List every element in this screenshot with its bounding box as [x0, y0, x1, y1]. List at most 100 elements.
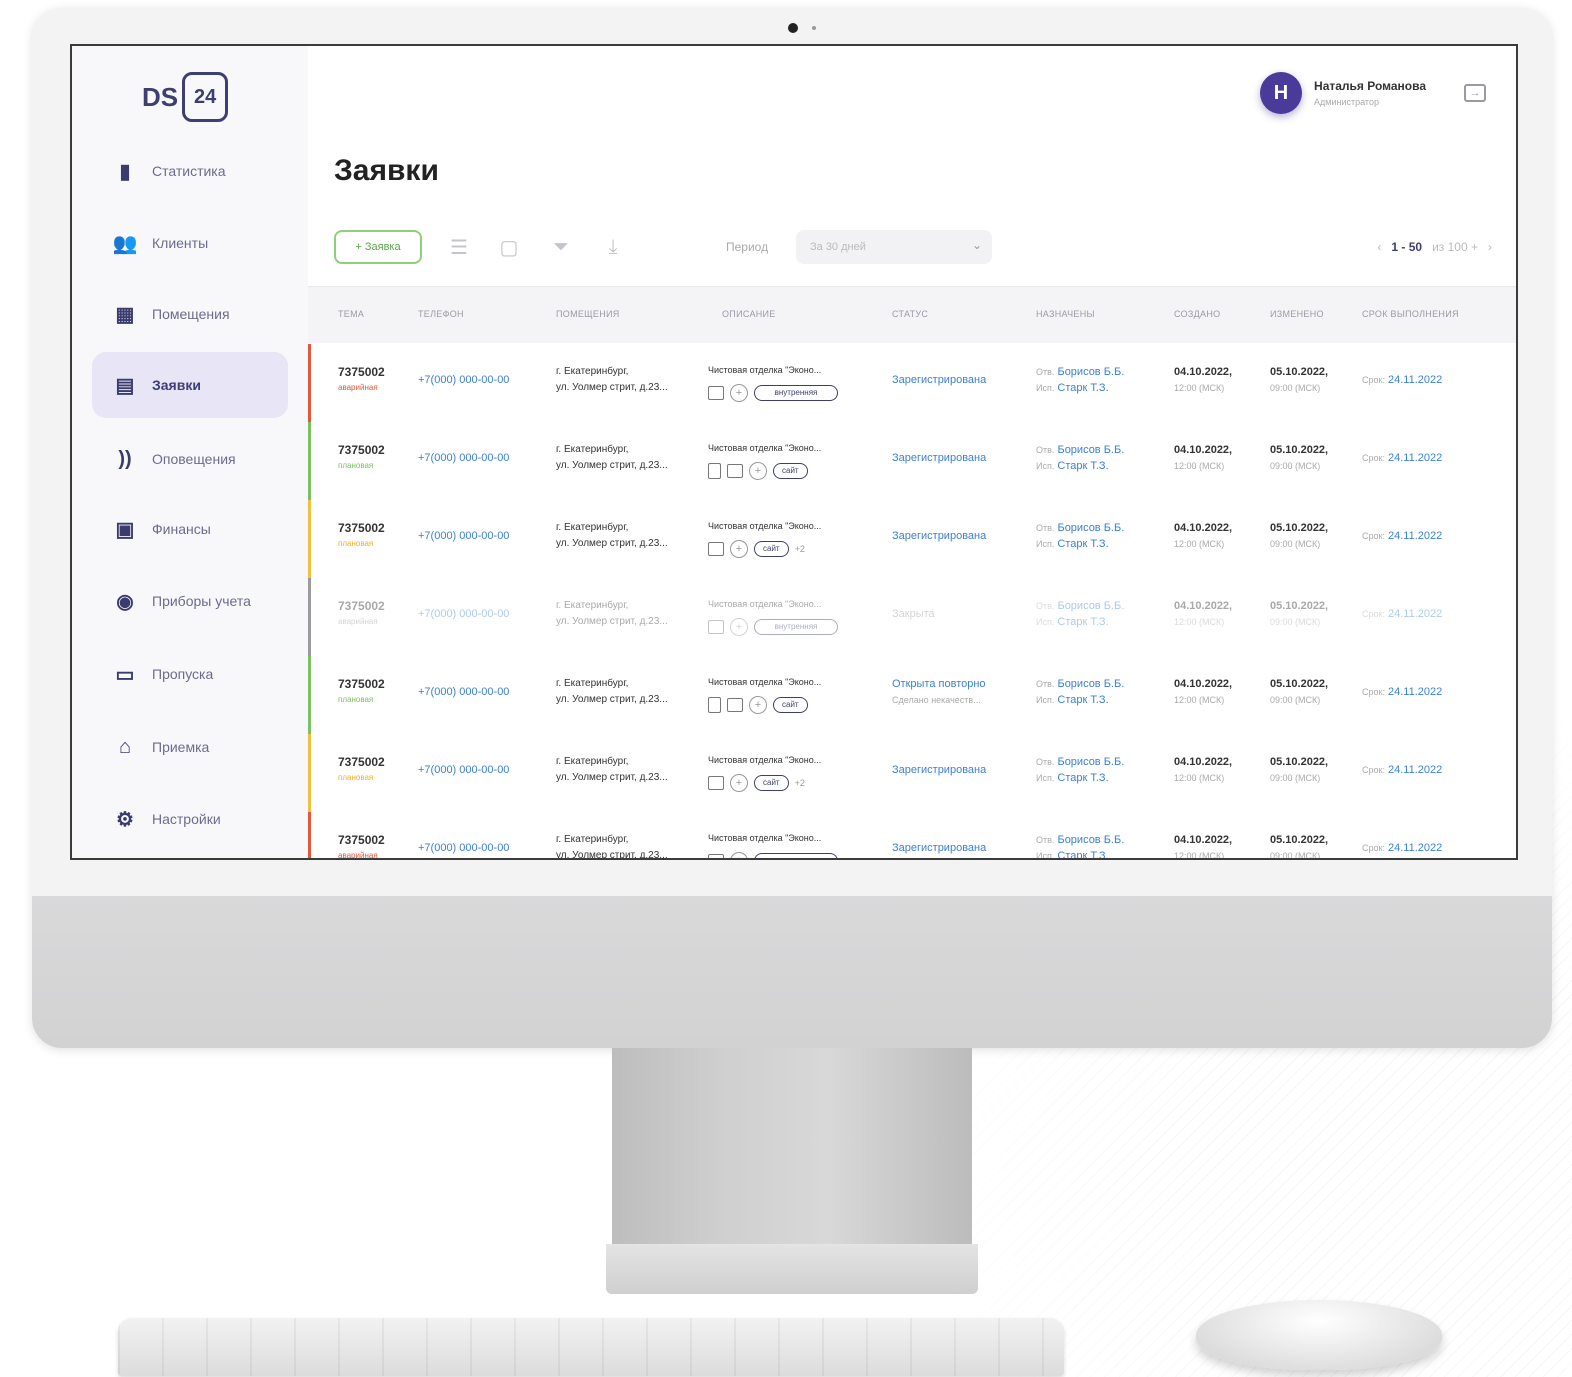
status-link[interactable]: Зарегистрирована: [892, 450, 986, 466]
phone-link[interactable]: +7(000) 000-00-00: [418, 372, 509, 388]
source-tag[interactable]: внутренняя: [754, 619, 838, 635]
source-tag[interactable]: сайт: [754, 775, 789, 791]
more-tags-count[interactable]: +2: [795, 541, 805, 557]
sidebar-item-5[interactable]: ▣ Финансы: [92, 496, 288, 562]
assignee-link[interactable]: Борисов Б.Б.: [1057, 522, 1124, 534]
prev-page-icon[interactable]: ‹: [1377, 240, 1381, 254]
add-tag-icon[interactable]: +: [730, 618, 748, 636]
calendar-icon[interactable]: ▢: [496, 234, 522, 260]
sidebar-item-2[interactable]: ▦ Помещения: [92, 281, 288, 347]
next-page-icon[interactable]: ›: [1488, 240, 1492, 254]
source-tag[interactable]: внутренняя: [754, 385, 838, 401]
table-row[interactable]: 7375002 плановая +7(000) 000-00-00 г. Екате…: [308, 734, 1516, 813]
sidebar-item-9[interactable]: ⚙ Настройки: [92, 786, 288, 852]
column-header[interactable]: Телефон: [418, 309, 464, 319]
request-number[interactable]: 7375002: [338, 442, 385, 458]
phone-link[interactable]: +7(000) 000-00-00: [418, 450, 509, 466]
phone-link[interactable]: +7(000) 000-00-00: [418, 762, 509, 778]
more-tags-count[interactable]: +2: [795, 775, 805, 791]
status-link[interactable]: Зарегистрирована: [892, 840, 986, 856]
assignee-link[interactable]: Старк Т.З.: [1057, 616, 1108, 628]
avatar[interactable]: Н: [1260, 72, 1303, 114]
column-header[interactable]: Создано: [1174, 309, 1220, 319]
sidebar-item-4[interactable]: )) Оповещения: [92, 426, 288, 492]
assignee-link[interactable]: Борисов Б.Б.: [1057, 366, 1124, 378]
comment-icon[interactable]: [708, 776, 724, 790]
comment-icon[interactable]: [727, 698, 743, 712]
column-header[interactable]: Тема: [338, 309, 364, 319]
column-header[interactable]: Срок выполнения: [1362, 309, 1459, 319]
table-row[interactable]: 7375002 плановая +7(000) 000-00-00 г. Екате…: [308, 656, 1516, 735]
table-row[interactable]: 7375002 аварийная +7(000) 000-00-00 г. Екат…: [308, 578, 1516, 657]
assignee-link[interactable]: Борисов Б.Б.: [1057, 444, 1124, 456]
comment-icon[interactable]: [708, 854, 724, 858]
assignee-link[interactable]: Старк Т.З.: [1057, 460, 1108, 472]
comment-icon[interactable]: [708, 620, 724, 634]
status-link[interactable]: Закрыта: [892, 606, 935, 622]
document-icon[interactable]: [708, 697, 721, 713]
status-link[interactable]: Зарегистрирована: [892, 762, 986, 778]
column-header[interactable]: Назначены: [1036, 309, 1095, 319]
phone-link[interactable]: +7(000) 000-00-00: [418, 684, 509, 700]
phone-link[interactable]: +7(000) 000-00-00: [418, 840, 509, 856]
sidebar-item-7[interactable]: ▭ Пропуска: [92, 641, 288, 707]
add-tag-icon[interactable]: +: [730, 384, 748, 402]
source-tag[interactable]: сайт: [773, 463, 808, 479]
status-link[interactable]: Зарегистрирована: [892, 372, 986, 388]
add-tag-icon[interactable]: +: [749, 696, 767, 714]
period-select[interactable]: За 30 дней ⌄: [796, 230, 992, 264]
request-number[interactable]: 7375002: [338, 676, 385, 692]
source-tag[interactable]: сайт: [754, 541, 789, 557]
table-row[interactable]: 7375002 плановая +7(000) 000-00-00 г. Екате…: [308, 422, 1516, 501]
logout-icon[interactable]: →: [1464, 84, 1486, 102]
sidebar-item-0[interactable]: ▮ Статистика: [92, 138, 288, 204]
phone-link[interactable]: +7(000) 000-00-00: [418, 528, 509, 544]
assignee-link[interactable]: Борисов Б.Б.: [1057, 678, 1124, 690]
table-row[interactable]: 7375002 аварийная +7(000) 000-00-00 г. Екат…: [308, 344, 1516, 423]
user-profile[interactable]: Н Наталья Романова Администратор: [1260, 72, 1426, 114]
add-tag-icon[interactable]: +: [749, 462, 767, 480]
status-link[interactable]: Открыта повторно: [892, 676, 986, 692]
request-number[interactable]: 7375002: [338, 832, 385, 848]
sidebar-item-3[interactable]: ▤ Заявки: [92, 352, 288, 418]
add-tag-icon[interactable]: +: [730, 540, 748, 558]
pager-total[interactable]: из 100 +: [1432, 240, 1478, 254]
column-header[interactable]: Изменено: [1270, 309, 1324, 319]
filter-icon[interactable]: ⏷: [548, 234, 574, 260]
table-row[interactable]: 7375002 плановая +7(000) 000-00-00 г. Екате…: [308, 500, 1516, 579]
columns-icon[interactable]: ☰: [446, 234, 472, 260]
add-tag-icon[interactable]: +: [730, 774, 748, 792]
add-tag-icon[interactable]: +: [730, 852, 748, 858]
comment-icon[interactable]: [727, 464, 743, 478]
request-number[interactable]: 7375002: [338, 520, 385, 536]
source-tag[interactable]: сайт: [773, 697, 808, 713]
source-tag[interactable]: внутренняя: [754, 853, 838, 858]
sidebar-item-8[interactable]: ⌂ Приемка: [92, 714, 288, 780]
phone-link[interactable]: +7(000) 000-00-00: [418, 606, 509, 622]
comment-icon[interactable]: [708, 542, 724, 556]
assignee-link[interactable]: Старк Т.З.: [1057, 850, 1108, 858]
download-icon[interactable]: ⤓: [600, 234, 626, 260]
request-number[interactable]: 7375002: [338, 364, 385, 380]
column-header[interactable]: Описание: [722, 309, 776, 319]
add-request-button[interactable]: + Заявка: [334, 230, 422, 264]
request-number[interactable]: 7375002: [338, 754, 385, 770]
wallet-icon: ▣: [115, 518, 135, 541]
column-header[interactable]: Помещения: [556, 309, 620, 319]
column-header[interactable]: Статус: [892, 309, 928, 319]
assignee-link[interactable]: Старк Т.З.: [1057, 538, 1108, 550]
assignee-link[interactable]: Старк Т.З.: [1057, 772, 1108, 784]
comment-icon[interactable]: [708, 386, 724, 400]
assignee-link[interactable]: Старк Т.З.: [1057, 694, 1108, 706]
sidebar-item-6[interactable]: ◉ Приборы учета: [92, 568, 288, 634]
status-link[interactable]: Зарегистрирована: [892, 528, 986, 544]
logo[interactable]: DS 24: [142, 72, 229, 122]
table-row[interactable]: 7375002 аварийная +7(000) 000-00-00 г. Екат…: [308, 812, 1516, 858]
assignee-link[interactable]: Старк Т.З.: [1057, 382, 1108, 394]
assignee-link[interactable]: Борисов Б.Б.: [1057, 600, 1124, 612]
document-icon[interactable]: [708, 463, 721, 479]
assignee-link[interactable]: Борисов Б.Б.: [1057, 756, 1124, 768]
sidebar-item-1[interactable]: 👥 Клиенты: [92, 210, 288, 276]
request-number[interactable]: 7375002: [338, 598, 385, 614]
assignee-link[interactable]: Борисов Б.Б.: [1057, 834, 1124, 846]
